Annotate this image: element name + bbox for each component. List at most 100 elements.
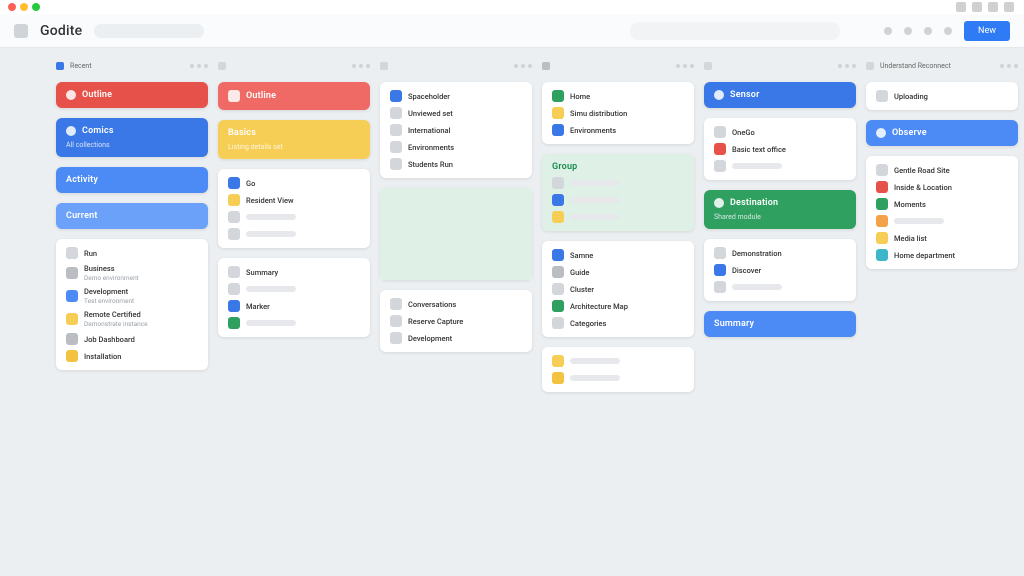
list-item[interactable]: Uploading (876, 90, 1008, 102)
list-item[interactable]: Resident View (228, 194, 360, 206)
list-item[interactable]: Summary (228, 266, 360, 278)
list-item[interactable] (552, 372, 684, 384)
list-item[interactable]: Environments (552, 124, 684, 136)
list-item[interactable]: Students Run (390, 158, 522, 170)
list-item-title: Environments (570, 126, 616, 135)
card[interactable]: Observe (866, 120, 1018, 146)
column-menu-icon[interactable] (352, 64, 370, 68)
list-item[interactable]: Unviewed set (390, 107, 522, 119)
list-item-title: Reserve Capture (408, 317, 463, 326)
list-item[interactable]: Environments (390, 141, 522, 153)
list-item-title: Inside & Location (894, 183, 952, 192)
list-item[interactable]: Conversations (390, 298, 522, 310)
list-item[interactable]: Go (228, 177, 360, 189)
column-header[interactable]: Understand Reconnect (866, 60, 1018, 72)
list-item[interactable] (876, 215, 1008, 227)
card[interactable]: Home Simu distribution Environments (542, 82, 694, 144)
maximize-window-icon[interactable] (32, 3, 40, 11)
header-dot-icon[interactable] (904, 27, 912, 35)
list-item[interactable] (552, 355, 684, 367)
list-item-icon (552, 300, 564, 312)
minimize-window-icon[interactable] (20, 3, 28, 11)
list-item[interactable]: Cluster (552, 283, 684, 295)
column-menu-icon[interactable] (838, 64, 856, 68)
list-item[interactable]: OneGo (714, 126, 846, 138)
list-item[interactable]: Basic text office (714, 143, 846, 155)
list-item[interactable]: Inside & Location (876, 181, 1008, 193)
column-menu-icon[interactable] (676, 64, 694, 68)
card[interactable]: Sensor (704, 82, 856, 108)
list-item[interactable]: Home department (876, 249, 1008, 261)
list-item[interactable]: Remote CertifiedDemonstrate instance (66, 310, 198, 328)
list-item[interactable]: Marker (228, 300, 360, 312)
back-icon[interactable] (14, 24, 28, 38)
card[interactable]: ComicsAll collections (56, 118, 208, 157)
list-item[interactable] (228, 283, 360, 295)
list-item[interactable] (714, 160, 846, 172)
header-dot-icon[interactable] (884, 27, 892, 35)
card[interactable]: Spaceholder Unviewed set International E… (380, 82, 532, 178)
card[interactable] (380, 188, 532, 280)
list-item[interactable]: Samne (552, 249, 684, 261)
header-dot-icon[interactable] (944, 27, 952, 35)
column-menu-icon[interactable] (1000, 64, 1018, 68)
list-item[interactable] (552, 194, 684, 206)
list-item[interactable] (552, 211, 684, 223)
column-menu-icon[interactable] (514, 64, 532, 68)
search-input[interactable] (630, 22, 840, 40)
card[interactable]: Outline (56, 82, 208, 108)
header-dot-icon[interactable] (924, 27, 932, 35)
card[interactable]: Conversations Reserve Capture Developmen… (380, 290, 532, 352)
card[interactable]: Group (542, 154, 694, 231)
column-header[interactable] (704, 60, 856, 72)
list-item[interactable]: Reserve Capture (390, 315, 522, 327)
list-item-icon (876, 249, 888, 261)
list-item[interactable]: Media list (876, 232, 1008, 244)
brand-logo[interactable]: Godite (40, 23, 82, 39)
card[interactable]: Uploading (866, 82, 1018, 110)
card[interactable]: Gentle Road Site Inside & Location Momen… (866, 156, 1018, 269)
list-item[interactable]: Development (390, 332, 522, 344)
column-header[interactable] (218, 60, 370, 72)
list-item[interactable]: Home (552, 90, 684, 102)
list-item[interactable]: Categories (552, 317, 684, 329)
card[interactable]: OneGo Basic text office (704, 118, 856, 180)
card[interactable]: Current (56, 203, 208, 229)
close-window-icon[interactable] (8, 3, 16, 11)
column-header[interactable] (542, 60, 694, 72)
list-item[interactable]: BusinessDemo environment (66, 264, 198, 282)
list-item[interactable]: Demonstration (714, 247, 846, 259)
list-item[interactable]: Guide (552, 266, 684, 278)
card[interactable]: Summary Marker (218, 258, 370, 337)
list-item[interactable] (228, 317, 360, 329)
list-item[interactable] (228, 211, 360, 223)
list-item[interactable] (552, 177, 684, 189)
card[interactable]: Demonstration Discover (704, 239, 856, 301)
card[interactable]: DestinationShared module (704, 190, 856, 229)
list-item[interactable]: Gentle Road Site (876, 164, 1008, 176)
column-header[interactable]: Recent (56, 60, 208, 72)
primary-action-button[interactable]: New (964, 21, 1010, 41)
list-item[interactable]: DevelopmentTest environment (66, 287, 198, 305)
list-item[interactable]: Moments (876, 198, 1008, 210)
list-item[interactable]: Discover (714, 264, 846, 276)
card[interactable] (542, 347, 694, 392)
card[interactable]: Summary (704, 311, 856, 337)
card[interactable]: Go Resident View (218, 169, 370, 248)
list-item[interactable]: International (390, 124, 522, 136)
card[interactable]: Activity (56, 167, 208, 193)
column-menu-icon[interactable] (190, 64, 208, 68)
list-item[interactable] (714, 281, 846, 293)
list-item[interactable]: Spaceholder (390, 90, 522, 102)
card[interactable]: Samne Guide Cluster Architecture Map Cat… (542, 241, 694, 337)
column-header[interactable] (380, 60, 532, 72)
card[interactable]: Outline (218, 82, 370, 110)
card[interactable]: Run BusinessDemo environment Development… (56, 239, 208, 370)
card[interactable]: BasicsListing details set (218, 120, 370, 159)
list-item[interactable]: Installation (66, 350, 198, 362)
list-item[interactable]: Run (66, 247, 198, 259)
list-item[interactable]: Simu distribution (552, 107, 684, 119)
list-item[interactable]: Architecture Map (552, 300, 684, 312)
list-item[interactable]: Job Dashboard (66, 333, 198, 345)
list-item[interactable] (228, 228, 360, 240)
